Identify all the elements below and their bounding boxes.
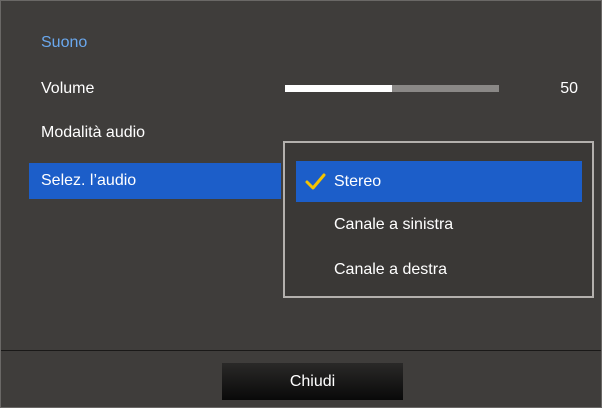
- menu-item-audio-mode[interactable]: Modalità audio: [41, 115, 145, 151]
- option-label: Canale a sinistra: [334, 216, 454, 233]
- close-button[interactable]: Chiudi: [222, 363, 403, 400]
- option-left-channel[interactable]: Canale a sinistra: [296, 204, 582, 245]
- option-label: Canale a destra: [334, 261, 447, 278]
- sound-osd-panel: Suono Volume 50 Modalità audio Selez. l’…: [0, 0, 602, 408]
- menu-title: Suono: [41, 34, 88, 51]
- option-stereo[interactable]: Stereo: [296, 161, 582, 202]
- menu-item-label: Volume: [41, 80, 95, 97]
- checkmark-icon: [305, 173, 326, 190]
- menu-item-label: Modalità audio: [41, 124, 146, 141]
- footer-divider: [1, 350, 601, 351]
- menu-item-select-audio[interactable]: Selez. l’audio: [29, 163, 281, 199]
- audio-select-dropdown: Stereo Canale a sinistra Canale a destra: [283, 141, 594, 298]
- option-right-channel[interactable]: Canale a destra: [296, 249, 582, 290]
- volume-slider[interactable]: [285, 85, 499, 92]
- volume-value: 50: [560, 80, 578, 97]
- menu-item-volume[interactable]: Volume: [41, 71, 94, 107]
- option-label: Stereo: [334, 173, 382, 190]
- menu-item-label: Selez. l’audio: [41, 172, 137, 189]
- volume-slider-fill: [285, 85, 392, 92]
